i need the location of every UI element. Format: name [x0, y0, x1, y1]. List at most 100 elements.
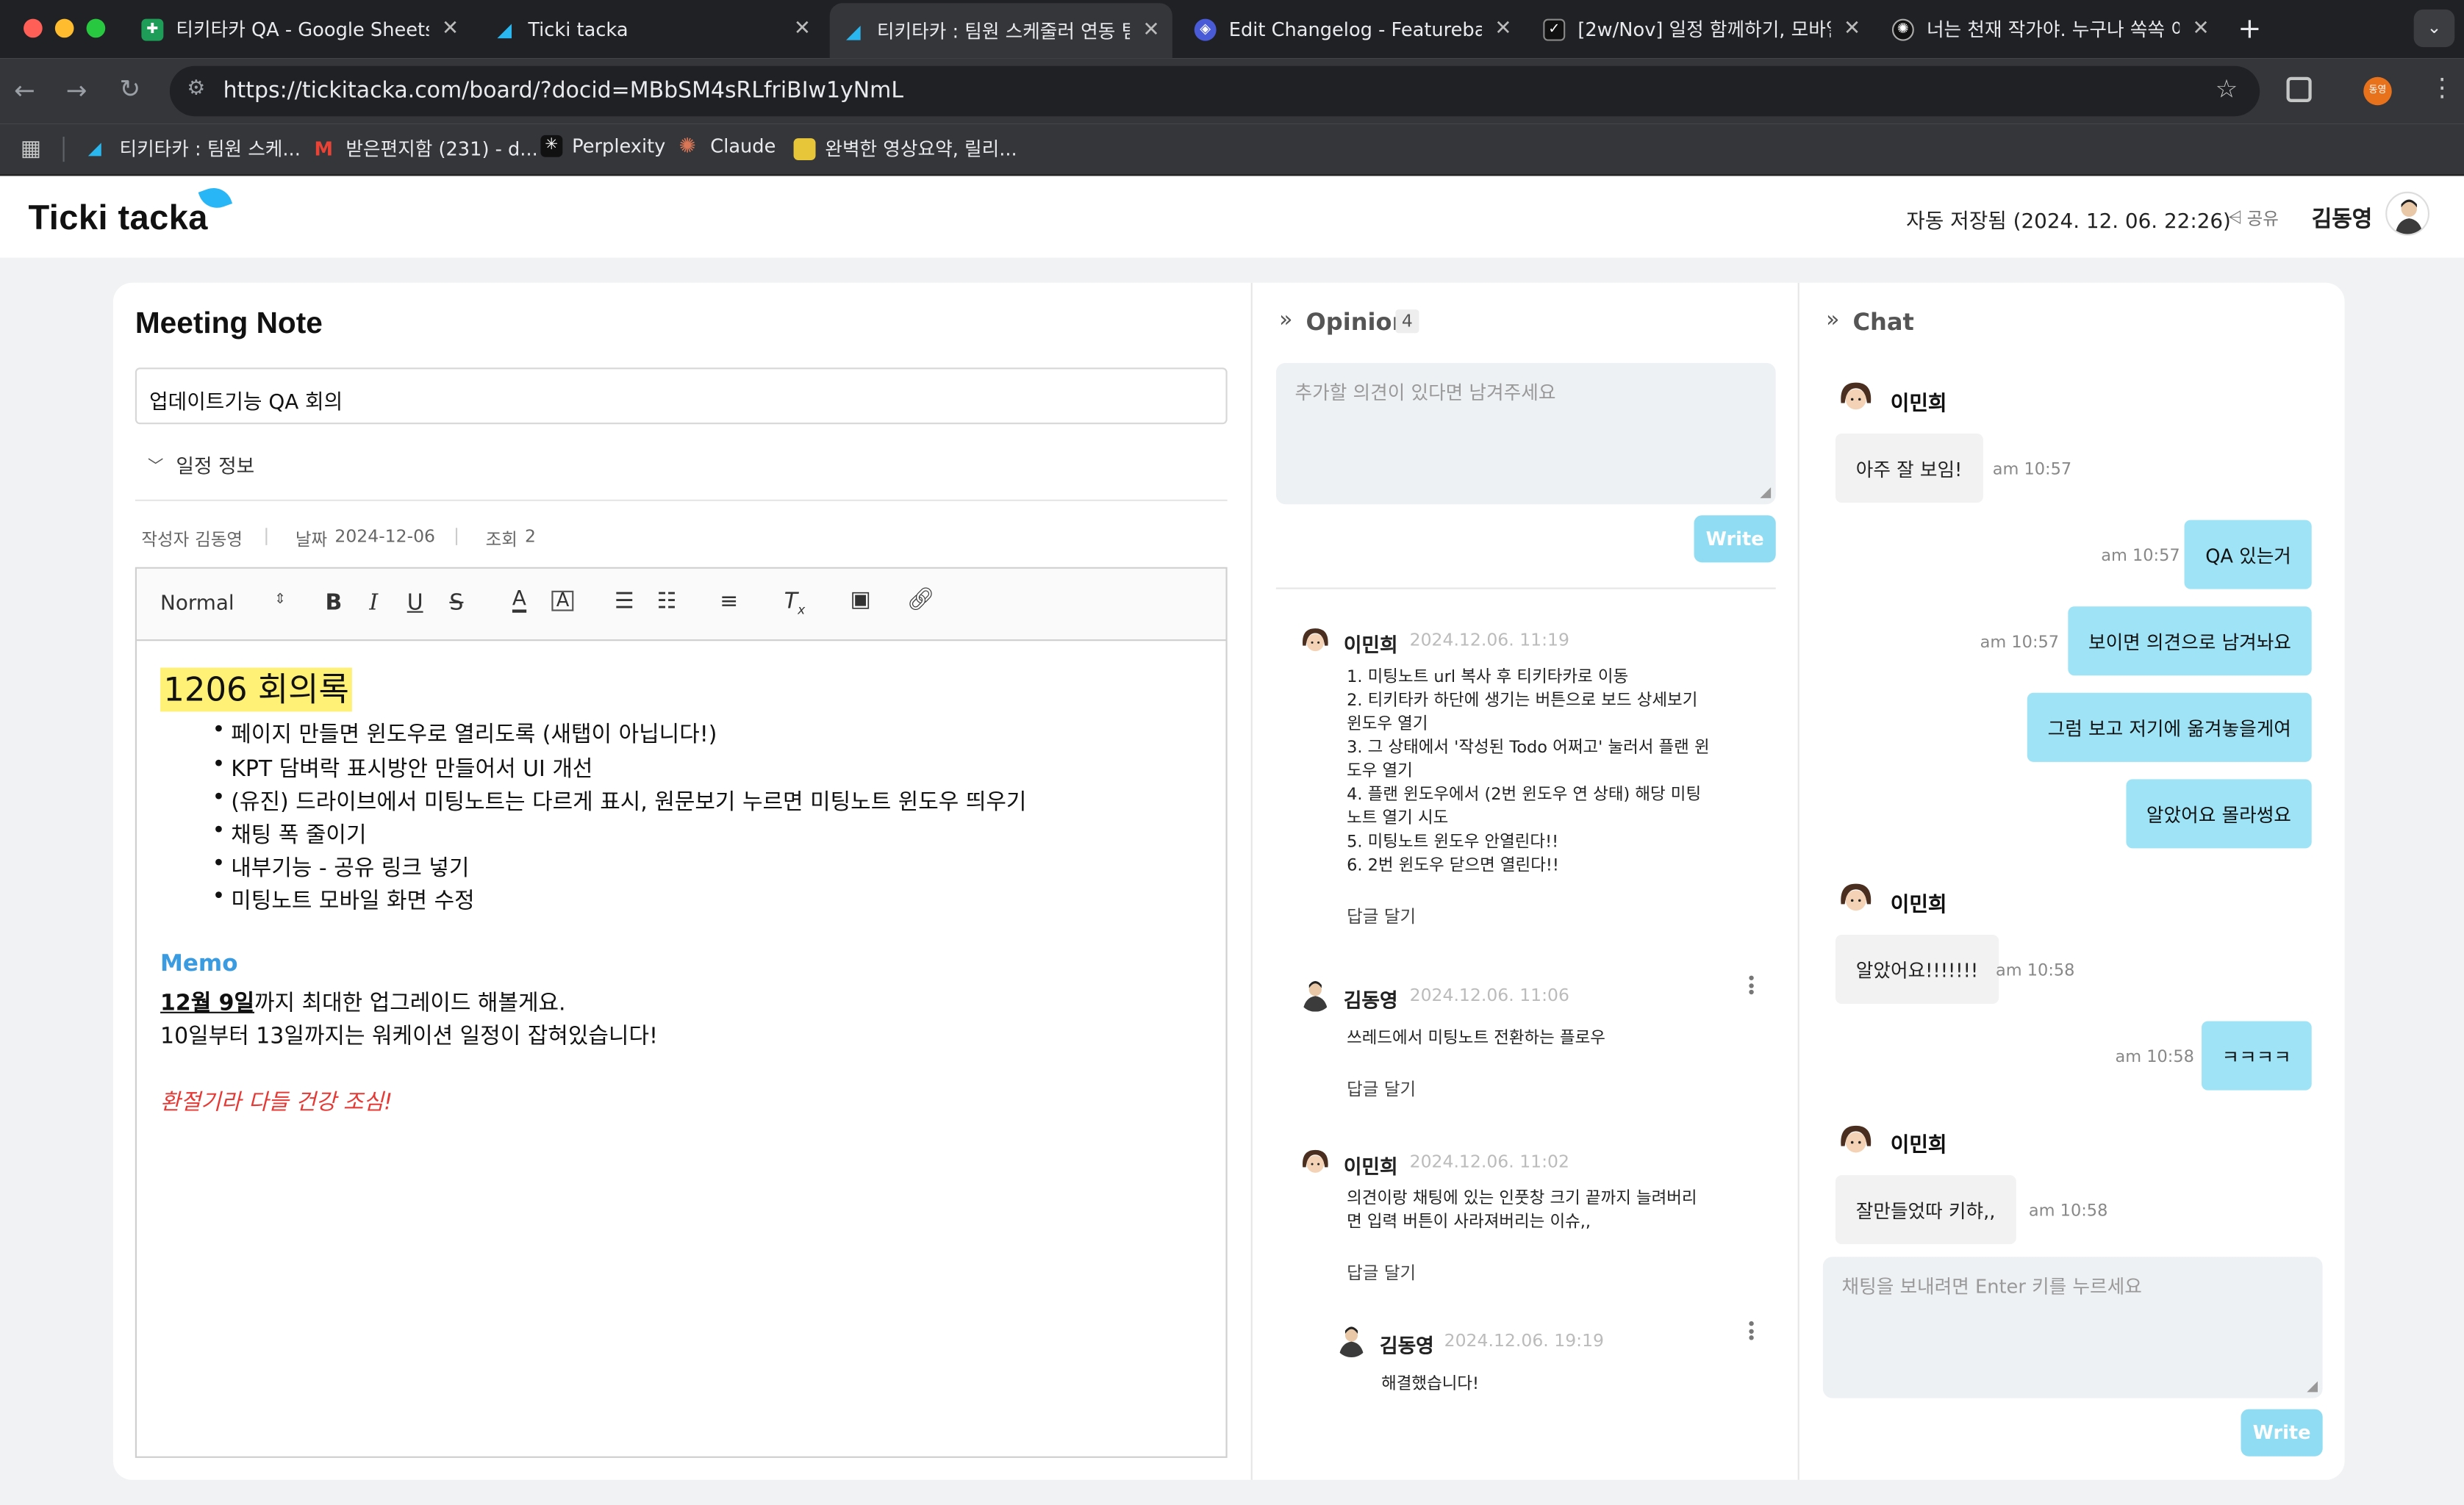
reload-icon[interactable]: ↻	[119, 73, 140, 104]
chat-time: am 10:58	[1996, 961, 2075, 980]
align-icon[interactable]: ≡	[720, 589, 738, 614]
link-icon[interactable]: 🔗︎	[907, 588, 935, 613]
column-divider	[1797, 282, 1799, 1480]
bookmark-divider	[62, 136, 65, 162]
bookmark-item[interactable]: M 받은편지함 (231) - d...	[315, 135, 538, 162]
browser-tab[interactable]: ✚ 티키타카 QA - Google Sheets ✕	[129, 0, 471, 58]
chat-sender: 이민희	[1890, 392, 1947, 417]
italic-icon[interactable]: I	[369, 591, 378, 616]
chat-write-button[interactable]: Write	[2241, 1409, 2323, 1456]
reply-link[interactable]: 답글 달기	[1347, 1260, 1416, 1285]
avatar	[1835, 1120, 1877, 1161]
browser-tab[interactable]: ◈ Edit Changelog - Featurebase ✕	[1182, 0, 1525, 58]
close-tab-icon[interactable]: ✕	[794, 18, 811, 41]
bookmark-item[interactable]: 완벽한 영상요약, 릴리...	[793, 135, 1017, 162]
opinion-write-button[interactable]: Write	[1694, 515, 1776, 563]
opinion-author: 이민희	[1343, 633, 1398, 657]
opinion-date: 2024.12.06. 19:19	[1444, 1330, 1605, 1351]
app-header: Ticki tacka 자동 저장됨 (2024. 12. 06. 22:26)…	[0, 176, 2464, 258]
browser-tab[interactable]: ✺ 너는 천재 작가야. 누구나 쏙쏙 이해 ✕	[1880, 0, 2222, 58]
strike-icon[interactable]: S	[449, 591, 463, 616]
close-tab-icon[interactable]: ✕	[2192, 18, 2209, 41]
background-color-icon[interactable]: A	[551, 591, 574, 611]
bullet-list-icon[interactable]: ☷	[657, 589, 677, 614]
close-tab-icon[interactable]: ✕	[442, 18, 459, 41]
avatar	[1297, 623, 1333, 658]
bookmark-star-icon[interactable]: ☆	[2216, 73, 2238, 104]
opinion-input[interactable]: 추가할 의견이 있다면 남겨주세요	[1275, 362, 1776, 505]
resize-handle-icon[interactable]: ◢	[2307, 1379, 2318, 1395]
more-options-icon[interactable]	[1749, 1321, 1754, 1340]
extensions-icon[interactable]	[2286, 76, 2312, 102]
schedule-info-toggle[interactable]: ﹀ 일정 정보	[148, 449, 254, 479]
user-name[interactable]: 김동영	[2312, 203, 2373, 234]
share-button[interactable]: ⩤ 공유	[2228, 206, 2279, 231]
divider	[1275, 587, 1776, 589]
collapse-chat-icon[interactable]: »	[1826, 308, 1839, 333]
browser-tab-active[interactable]: ◢ 티키타카 : 팀원 스케줄러 연동 팀 회 ✕	[829, 3, 1172, 59]
opinion-date: 2024.12.06. 11:06	[1409, 985, 1569, 1006]
close-tab-icon[interactable]: ✕	[1142, 19, 1159, 43]
browser-tab[interactable]: ✓ [2w/Nov] 일정 함께하기, 모바일 : ✕	[1530, 0, 1873, 58]
lilys-icon	[793, 137, 816, 159]
close-tab-icon[interactable]: ✕	[1494, 18, 1511, 41]
image-icon[interactable]: ▣	[850, 588, 871, 613]
collapse-opinion-icon[interactable]: »	[1279, 308, 1292, 333]
menu-icon[interactable]: ⋮	[2429, 72, 2454, 102]
browser-tab[interactable]: ◢ Ticki tacka ✕	[481, 0, 823, 58]
app-logo[interactable]: Ticki tacka	[28, 198, 207, 239]
url-text: https://tickitacka.com/board/?docid=MBbS…	[223, 78, 904, 104]
tab-search-icon[interactable]: ⌄	[2413, 9, 2455, 48]
new-tab-icon[interactable]: +	[2238, 12, 2261, 46]
underline-icon[interactable]: U	[407, 591, 423, 616]
clear-format-icon[interactable]: Tx	[784, 589, 805, 617]
ordered-list-icon[interactable]: ☰	[615, 589, 634, 614]
profile-avatar[interactable]: 동영	[2363, 76, 2392, 106]
reply-link[interactable]: 답글 달기	[1347, 903, 1416, 928]
opinion-text: 쓰레드에서 미팅노트 전환하는 플로우	[1347, 1029, 1605, 1048]
bookmark-item[interactable]: ✺ Claude	[679, 135, 776, 159]
forward-icon[interactable]: →	[66, 76, 87, 106]
address-bar[interactable]: ⚙ https://tickitacka.com/board/?docid=MB…	[169, 65, 2260, 117]
chevron-down-icon: ﹀	[147, 459, 164, 476]
bookmark-item[interactable]: ✳ Perplexity	[540, 134, 665, 157]
text-color-icon[interactable]: A	[512, 589, 526, 613]
close-tab-icon[interactable]: ✕	[1844, 18, 1860, 41]
note-bullet: 내부기능 - 공유 링크 넣기	[212, 852, 470, 883]
browser-toolbar: ← → ↻ ⚙ https://tickitacka.com/board/?do…	[0, 58, 2464, 124]
meeting-title-input[interactable]: 업데이트기능 QA 회의	[135, 367, 1228, 425]
meta-divider	[265, 528, 268, 545]
avatar	[1835, 878, 1877, 919]
maximize-window-button[interactable]	[86, 18, 106, 38]
chat-sender: 이민희	[1890, 1134, 1947, 1158]
chat-time: am 10:57	[1980, 633, 2060, 653]
resize-handle-icon[interactable]: ◢	[1760, 486, 1771, 501]
opinion-author: 김동영	[1379, 1333, 1434, 1358]
chat-time: am 10:58	[2028, 1202, 2108, 1221]
meeting-note-heading: Meeting Note	[135, 308, 323, 341]
date-label: 날짜	[295, 529, 328, 550]
chat-time: am 10:58	[2115, 1047, 2194, 1067]
opinion-date: 2024.12.06. 11:02	[1409, 1152, 1569, 1172]
tickitacka-icon: ◢	[845, 19, 861, 42]
apps-grid-icon[interactable]: ▦	[21, 137, 41, 162]
minimize-window-button[interactable]	[54, 18, 74, 38]
chat-heading: Chat	[1852, 308, 1914, 337]
author-label: 작성자	[141, 529, 190, 550]
user-avatar[interactable]	[2385, 191, 2430, 236]
more-options-icon[interactable]	[1749, 975, 1754, 995]
opinion-author: 이민희	[1343, 1154, 1398, 1179]
bold-icon[interactable]: B	[326, 591, 343, 616]
reply-link[interactable]: 답글 달기	[1347, 1076, 1416, 1101]
chat-bubble-sent: 알았어요 몰라썽요	[2126, 779, 2312, 849]
column-divider	[1250, 282, 1253, 1480]
gmail-icon: M	[314, 137, 334, 159]
format-select[interactable]: Normal ⇕	[160, 592, 286, 616]
close-window-button[interactable]	[24, 18, 43, 38]
chatgpt-icon: ✺	[1891, 18, 1914, 40]
back-icon[interactable]: ←	[14, 76, 35, 106]
bookmark-item[interactable]: ◢ 티키타카 : 팀원 스케...	[88, 135, 301, 162]
chat-bubble-received: 아주 잘 보임!	[1835, 434, 1983, 503]
site-info-icon[interactable]: ⚙	[187, 77, 205, 101]
chat-input[interactable]: 채팅을 보내려면 Enter 키를 누르세요	[1822, 1257, 2323, 1398]
